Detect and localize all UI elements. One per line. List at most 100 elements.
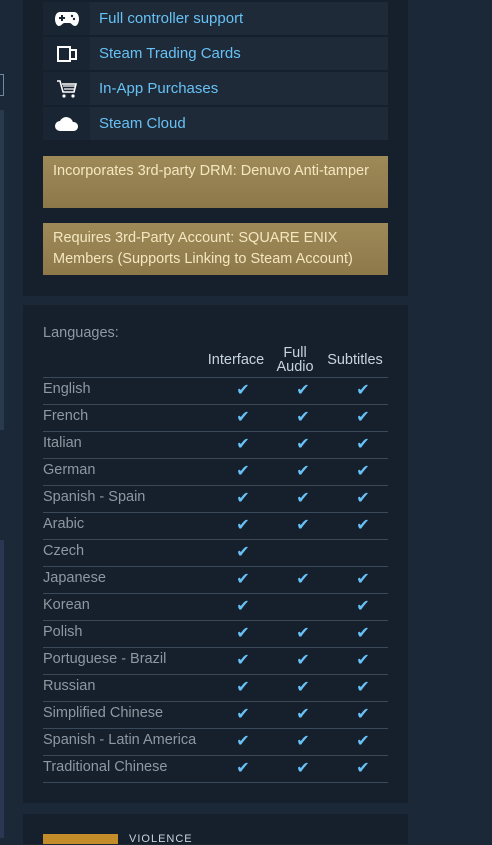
- language-name: Simplified Chinese: [43, 705, 164, 721]
- check-icon: ✔: [236, 625, 250, 642]
- feature-full-controller-support[interactable]: Full controller support: [43, 2, 388, 35]
- check-icon: ✔: [356, 382, 370, 399]
- languages-title: Languages:: [43, 325, 119, 341]
- check-icon: ✔: [356, 517, 370, 534]
- language-name: Arabic: [43, 516, 85, 532]
- feature-steam-cloud[interactable]: Steam Cloud: [43, 107, 388, 140]
- check-icon: ✔: [236, 598, 250, 615]
- drm-notice: Incorporates 3rd-party DRM: Denuvo Anti-…: [43, 156, 388, 208]
- language-row: Arabic ✔ ✔ ✔: [43, 512, 388, 539]
- features-panel: Full controller support Steam Trading Ca…: [23, 0, 408, 296]
- check-icon: ✔: [236, 517, 250, 534]
- check-icon: ✔: [236, 706, 250, 723]
- check-icon: ✔: [296, 706, 310, 723]
- check-icon: ✔: [296, 625, 310, 642]
- check-icon: ✔: [236, 490, 250, 507]
- check-icon: ✔: [236, 760, 250, 777]
- check-icon: ✔: [236, 463, 250, 480]
- feature-label: Steam Trading Cards: [99, 45, 241, 62]
- rating-thumbnail: [43, 834, 118, 844]
- check-icon: ✔: [236, 679, 250, 696]
- feature-in-app-purchases[interactable]: In-App Purchases: [43, 72, 388, 105]
- language-row: English ✔ ✔ ✔: [43, 377, 388, 404]
- language-name: Spanish - Spain: [43, 489, 146, 505]
- language-name: French: [43, 408, 89, 424]
- check-icon: ✔: [296, 652, 310, 669]
- language-row: Czech ✔: [43, 539, 388, 566]
- check-icon: ✔: [236, 733, 250, 750]
- left-edge-tab[interactable]: [0, 74, 4, 96]
- language-row: Polish ✔ ✔ ✔: [43, 620, 388, 647]
- language-row: Traditional Chinese ✔ ✔ ✔: [43, 755, 388, 783]
- language-row: Russian ✔ ✔ ✔: [43, 674, 388, 701]
- feature-steam-trading-cards[interactable]: Steam Trading Cards: [43, 37, 388, 70]
- language-row: Simplified Chinese ✔ ✔ ✔: [43, 701, 388, 728]
- cloud-icon: [43, 107, 90, 140]
- check-icon: ✔: [236, 409, 250, 426]
- column-full-audio: Full Audio: [273, 345, 317, 375]
- left-background-strip: [0, 0, 4, 838]
- feature-label: In-App Purchases: [99, 80, 219, 97]
- language-name: Korean: [43, 597, 90, 613]
- check-icon: ✔: [296, 679, 310, 696]
- background-art: [0, 110, 4, 430]
- language-row: Spanish - Spain ✔ ✔ ✔: [43, 485, 388, 512]
- check-icon: ✔: [356, 679, 370, 696]
- check-icon: ✔: [356, 463, 370, 480]
- column-full-audio-line1: Full: [283, 345, 307, 361]
- trading-cards-icon: [43, 37, 90, 70]
- language-row: Korean ✔ ✔: [43, 593, 388, 620]
- check-icon: ✔: [296, 760, 310, 777]
- check-icon: ✔: [236, 436, 250, 453]
- language-name: Spanish - Latin America: [43, 732, 197, 748]
- check-icon: ✔: [296, 571, 310, 588]
- language-name: Czech: [43, 543, 85, 559]
- check-icon: ✔: [296, 733, 310, 750]
- check-icon: ✔: [356, 733, 370, 750]
- check-icon: ✔: [296, 382, 310, 399]
- rating-descriptor: VIOLENCE: [129, 833, 193, 845]
- check-icon: ✔: [356, 409, 370, 426]
- language-row: Spanish - Latin America ✔ ✔ ✔: [43, 728, 388, 755]
- third-party-account-notice: Requires 3rd-Party Account: SQUARE ENIX …: [43, 223, 388, 275]
- check-icon: ✔: [296, 436, 310, 453]
- language-name: Italian: [43, 435, 82, 451]
- language-name: German: [43, 462, 96, 478]
- check-icon: ✔: [236, 571, 250, 588]
- gamepad-icon: [43, 2, 90, 35]
- check-icon: ✔: [296, 490, 310, 507]
- background-art: [0, 540, 4, 838]
- language-row: Japanese ✔ ✔ ✔: [43, 566, 388, 593]
- language-row: Portuguese - Brazil ✔ ✔ ✔: [43, 647, 388, 674]
- language-row: French ✔ ✔ ✔: [43, 404, 388, 431]
- check-icon: ✔: [296, 517, 310, 534]
- check-icon: ✔: [356, 760, 370, 777]
- check-icon: ✔: [296, 463, 310, 480]
- language-name: Polish: [43, 624, 83, 640]
- column-interface: Interface: [207, 352, 265, 368]
- languages-panel: Languages: Interface Full Audio Subtitle…: [23, 305, 408, 803]
- check-icon: ✔: [356, 625, 370, 642]
- check-icon: ✔: [356, 571, 370, 588]
- language-name: Traditional Chinese: [43, 759, 168, 775]
- check-icon: ✔: [236, 544, 250, 561]
- check-icon: ✔: [236, 382, 250, 399]
- language-name: Portuguese - Brazil: [43, 651, 167, 667]
- feature-label: Full controller support: [99, 10, 244, 27]
- check-icon: ✔: [356, 490, 370, 507]
- column-subtitles: Subtitles: [327, 352, 383, 368]
- check-icon: ✔: [356, 598, 370, 615]
- cart-icon: [43, 72, 90, 105]
- check-icon: ✔: [356, 436, 370, 453]
- check-icon: ✔: [296, 409, 310, 426]
- check-icon: ✔: [236, 652, 250, 669]
- check-icon: ✔: [356, 652, 370, 669]
- next-section-panel: VIOLENCE: [23, 814, 408, 845]
- language-row: Italian ✔ ✔ ✔: [43, 431, 388, 458]
- column-full-audio-line2: Audio: [276, 359, 314, 375]
- language-name: English: [43, 381, 91, 397]
- check-icon: ✔: [356, 706, 370, 723]
- feature-label: Steam Cloud: [99, 115, 186, 132]
- language-name: Russian: [43, 678, 96, 694]
- language-row: German ✔ ✔ ✔: [43, 458, 388, 485]
